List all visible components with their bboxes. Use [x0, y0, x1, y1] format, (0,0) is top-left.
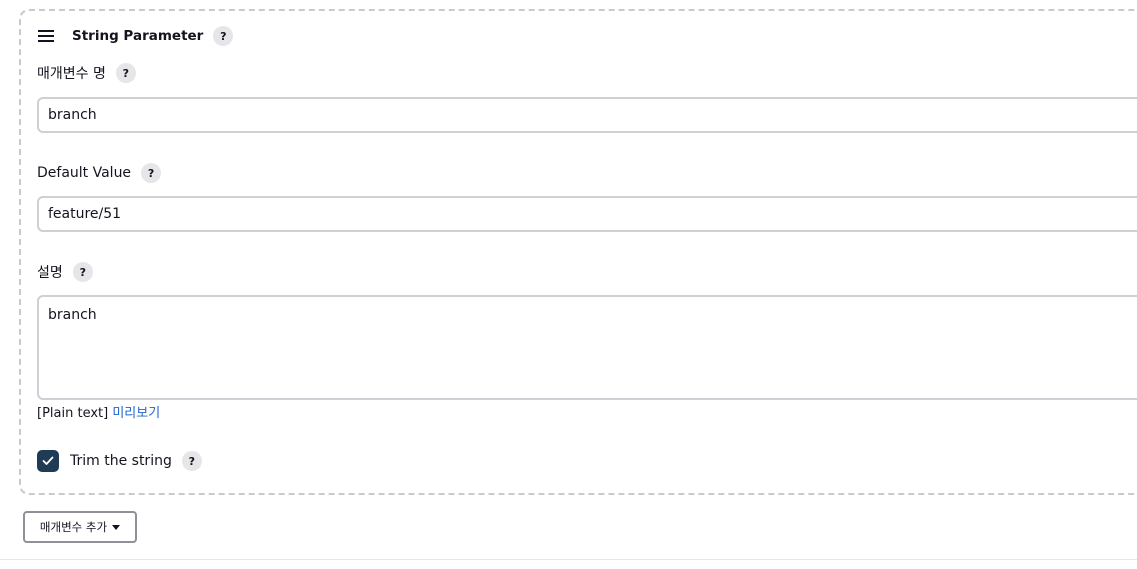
default-label-row: Default Value ? — [37, 163, 162, 183]
help-icon[interactable]: ? — [213, 26, 234, 46]
description-textarea[interactable]: branch — [37, 295, 1137, 400]
trim-row: Trim the string ? — [37, 450, 202, 472]
trim-label: Trim the string — [70, 453, 172, 469]
name-help-icon[interactable]: ? — [115, 63, 136, 83]
preview-link[interactable]: 미리보기 — [112, 406, 160, 421]
default-value-input[interactable] — [37, 196, 1137, 232]
format-hint: [Plain text] 미리보기 — [37, 402, 160, 421]
name-input[interactable] — [37, 97, 1137, 133]
divider — [0, 559, 1137, 560]
string-parameter-panel — [19, 9, 1137, 495]
name-label-row: 매개변수 명 ? — [37, 63, 136, 83]
default-value-label: Default Value — [37, 165, 132, 181]
description-label: 설명 — [37, 265, 63, 281]
caret-down-icon — [112, 524, 121, 530]
name-label: 매개변수 명 — [37, 66, 106, 82]
add-parameter-label: 매개변수 추가 — [39, 520, 108, 534]
format-text: [Plain text] — [37, 406, 109, 421]
parameter-header: String Parameter ? — [38, 26, 234, 46]
trim-checkbox[interactable] — [37, 450, 59, 472]
add-parameter-button[interactable]: 매개변수 추가 — [23, 511, 137, 543]
drag-handle-icon[interactable] — [38, 30, 54, 42]
description-help-icon[interactable]: ? — [72, 262, 93, 282]
default-help-icon[interactable]: ? — [141, 163, 162, 183]
parameter-title: String Parameter — [72, 28, 204, 44]
description-label-row: 설명 ? — [37, 262, 93, 282]
checkmark-icon — [42, 456, 54, 465]
trim-help-icon[interactable]: ? — [181, 451, 202, 471]
